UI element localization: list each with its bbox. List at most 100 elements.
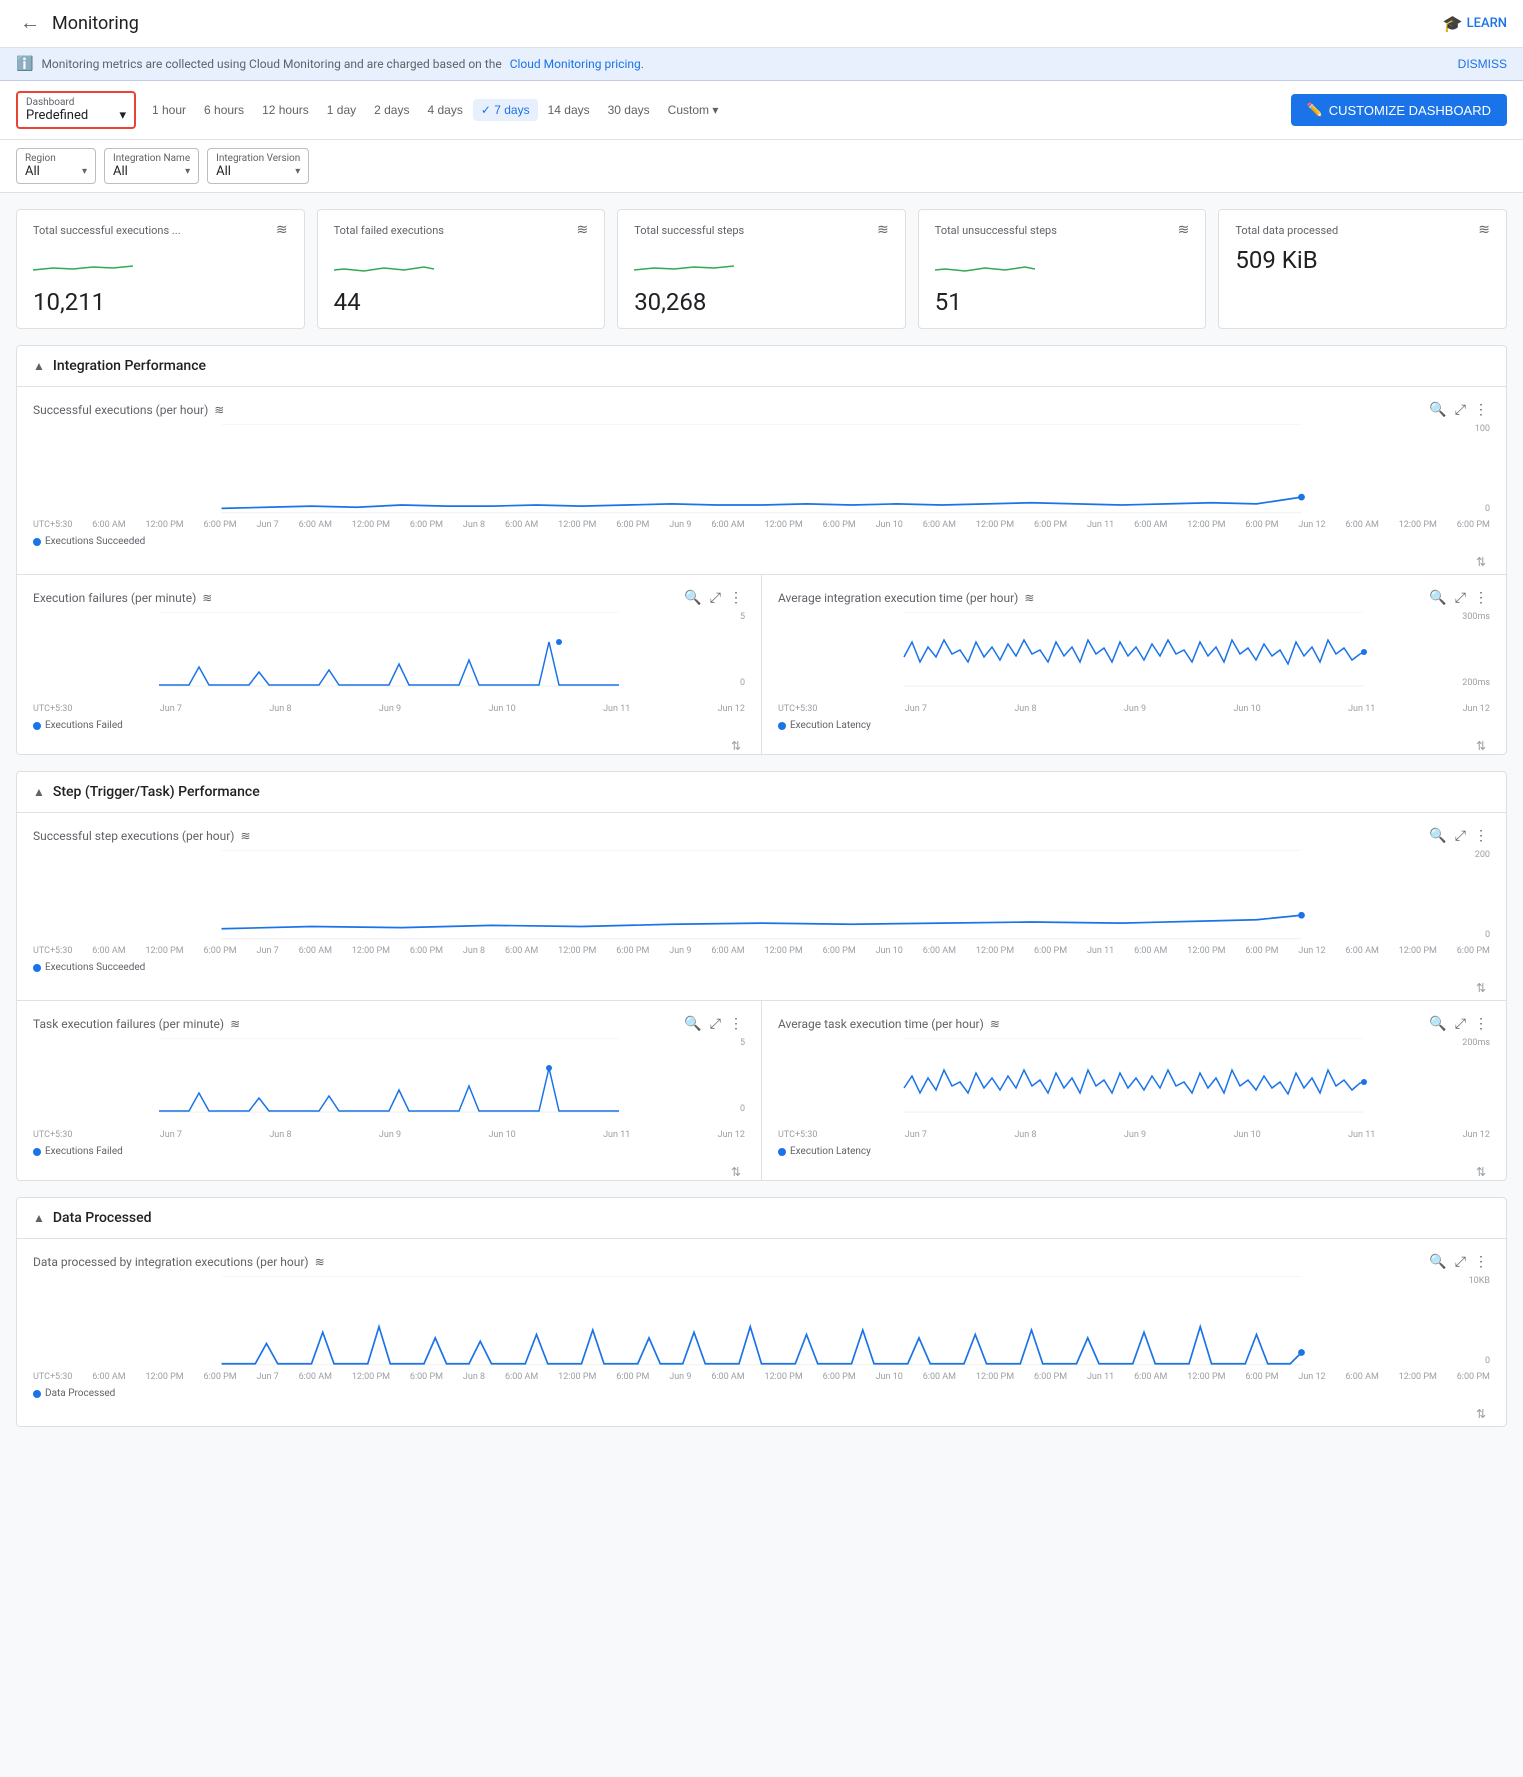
legend-dot: [33, 1390, 41, 1398]
dismiss-button[interactable]: DISMISS: [1458, 57, 1507, 71]
integration-version-select[interactable]: All ▾: [216, 164, 300, 179]
chart-menu-button[interactable]: ⋮: [1472, 399, 1490, 420]
learn-button[interactable]: 🎓 LEARN: [1443, 14, 1507, 33]
time-btn-2d[interactable]: 2 days: [366, 99, 417, 121]
chart-header: Successful executions (per hour) ≋ 🔍 ⤢ ⋮: [33, 399, 1490, 420]
chart-expand-button[interactable]: ⤢: [1453, 825, 1468, 846]
y-max-label: 100: [1475, 424, 1490, 434]
cloud-monitoring-link[interactable]: Cloud Monitoring pricing.: [510, 57, 644, 71]
chart-expand-button[interactable]: ⤢: [1453, 587, 1468, 608]
integration-name-filter[interactable]: Integration Name All ▾: [104, 148, 199, 184]
integration-version-value: All: [216, 164, 231, 179]
legend-dot: [33, 538, 41, 546]
chart-zoom-button[interactable]: 🔍: [1427, 1013, 1448, 1034]
chart-menu-button[interactable]: ⋮: [727, 587, 745, 608]
chart-svg: [33, 612, 745, 687]
chart-scroll[interactable]: ⇅: [33, 1165, 745, 1180]
chart-menu-button[interactable]: ⋮: [1472, 825, 1490, 846]
region-filter[interactable]: Region All ▾: [16, 148, 96, 184]
y-max-label: 200ms: [1462, 1038, 1490, 1048]
info-bar: ℹ️ Monitoring metrics are collected usin…: [0, 48, 1523, 81]
chart-title: Average task execution time (per hour) ≋: [778, 1017, 1000, 1031]
metric-card-icon: ≋: [576, 222, 588, 238]
collapse-icon: ▲: [33, 785, 45, 799]
chart-info-icon: ≋: [1024, 591, 1034, 605]
chart-legend: Executions Succeeded: [33, 958, 1490, 981]
chart-expand-button[interactable]: ⤢: [1453, 1013, 1468, 1034]
chart-scroll[interactable]: ⇅: [778, 739, 1490, 754]
time-btn-30d[interactable]: 30 days: [600, 99, 658, 121]
chart-scroll[interactable]: ⇅: [778, 1165, 1490, 1180]
section-title: Step (Trigger/Task) Performance: [53, 784, 260, 800]
time-btn-custom[interactable]: Custom ▾: [660, 99, 727, 121]
chart-svg: [33, 1038, 745, 1113]
chart-scroll[interactable]: ⇅: [33, 1407, 1490, 1426]
chart-menu-button[interactable]: ⋮: [1472, 1251, 1490, 1272]
time-btn-1d[interactable]: 1 day: [319, 99, 364, 121]
integration-version-filter[interactable]: Integration Version All ▾: [207, 148, 309, 184]
chart-x-axis: UTC+5:306:00 AM12:00 PM6:00 PMJun 76:00 …: [33, 944, 1490, 958]
chart-menu-button[interactable]: ⋮: [1472, 1013, 1490, 1034]
chart-zoom-button[interactable]: 🔍: [1427, 825, 1448, 846]
top-bar-right: 🎓 LEARN: [1443, 14, 1507, 33]
time-btn-14d[interactable]: 14 days: [540, 99, 598, 121]
top-bar-left: ← Monitoring: [16, 8, 139, 39]
top-bar: ← Monitoring 🎓 LEARN: [0, 0, 1523, 48]
customize-dashboard-button[interactable]: ✏️ CUSTOMIZE DASHBOARD: [1291, 94, 1507, 126]
dashboard-select[interactable]: Predefined ▾: [26, 108, 126, 123]
section-header[interactable]: ▲ Step (Trigger/Task) Performance: [17, 772, 1506, 813]
scroll-icon: ⇅: [1476, 739, 1486, 753]
chart-expand-button[interactable]: ⤢: [708, 1013, 723, 1034]
chart-legend: Executions Succeeded: [33, 532, 1490, 555]
region-value: All: [25, 164, 40, 179]
chart-x-axis: UTC+5:30Jun 7Jun 8Jun 9Jun 10Jun 11Jun 1…: [33, 702, 745, 716]
chart-menu-button[interactable]: ⋮: [1472, 587, 1490, 608]
chart-area: 10KB 0: [33, 1276, 1490, 1366]
integration-name-select[interactable]: All ▾: [113, 164, 190, 179]
data-processed-section: ▲ Data Processed Data processed by integ…: [16, 1197, 1507, 1427]
chart-header: Successful step executions (per hour) ≋ …: [33, 825, 1490, 846]
learn-label: LEARN: [1467, 16, 1507, 31]
avg-execution-time-chart: Average integration execution time (per …: [762, 575, 1506, 754]
chart-x-axis: UTC+5:306:00 AM12:00 PM6:00 PMJun 76:00 …: [33, 1370, 1490, 1384]
back-button[interactable]: ←: [16, 8, 44, 39]
chart-expand-button[interactable]: ⤢: [708, 587, 723, 608]
chart-zoom-button[interactable]: 🔍: [1427, 1251, 1448, 1272]
chart-legend: Executions Failed: [33, 716, 745, 739]
chart-menu-button[interactable]: ⋮: [727, 1013, 745, 1034]
region-arrow-icon: ▾: [82, 166, 87, 177]
region-select[interactable]: All ▾: [25, 164, 87, 179]
chart-scroll[interactable]: ⇅: [33, 981, 1490, 1000]
metric-card-icon: ≋: [1178, 222, 1190, 238]
time-btn-6h[interactable]: 6 hours: [196, 99, 252, 121]
chart-zoom-button[interactable]: 🔍: [1427, 399, 1448, 420]
dashboard-select-label: Dashboard: [26, 97, 126, 108]
y-max-label: 5: [740, 612, 745, 622]
y-max-label: 10KB: [1469, 1276, 1490, 1286]
metric-mini-chart: [334, 250, 434, 280]
integration-name-label: Integration Name: [113, 153, 190, 164]
section-header[interactable]: ▲ Integration Performance: [17, 346, 1506, 387]
metric-card-icon: ≋: [276, 222, 288, 238]
chart-scroll[interactable]: ⇅: [33, 739, 745, 754]
chart-zoom-button[interactable]: 🔍: [682, 587, 703, 608]
legend-dot: [33, 722, 41, 730]
integration-performance-section: ▲ Integration Performance Successful exe…: [16, 345, 1507, 755]
time-btn-12h[interactable]: 12 hours: [254, 99, 317, 121]
metric-card-title: Total unsuccessful steps: [935, 224, 1057, 237]
time-btn-7d[interactable]: ✓ 7 days: [473, 99, 538, 121]
chart-zoom-button[interactable]: 🔍: [682, 1013, 703, 1034]
info-bar-left: ℹ️ Monitoring metrics are collected usin…: [16, 56, 644, 72]
legend-label: Executions Succeeded: [45, 962, 145, 973]
section-header[interactable]: ▲ Data Processed: [17, 1198, 1506, 1239]
data-processed-chart: Data processed by integration executions…: [17, 1239, 1506, 1426]
chart-expand-button[interactable]: ⤢: [1453, 399, 1468, 420]
time-btn-1h[interactable]: 1 hour: [144, 99, 194, 121]
chart-zoom-button[interactable]: 🔍: [1427, 587, 1448, 608]
chart-expand-button[interactable]: ⤢: [1453, 1251, 1468, 1272]
time-btn-4d[interactable]: 4 days: [419, 99, 470, 121]
chart-scroll[interactable]: ⇅: [33, 555, 1490, 574]
dashboard-select-wrapper[interactable]: Dashboard Predefined ▾: [16, 91, 136, 129]
chart-legend: Executions Failed: [33, 1142, 745, 1165]
step-performance-section: ▲ Step (Trigger/Task) Performance Succes…: [16, 771, 1507, 1181]
